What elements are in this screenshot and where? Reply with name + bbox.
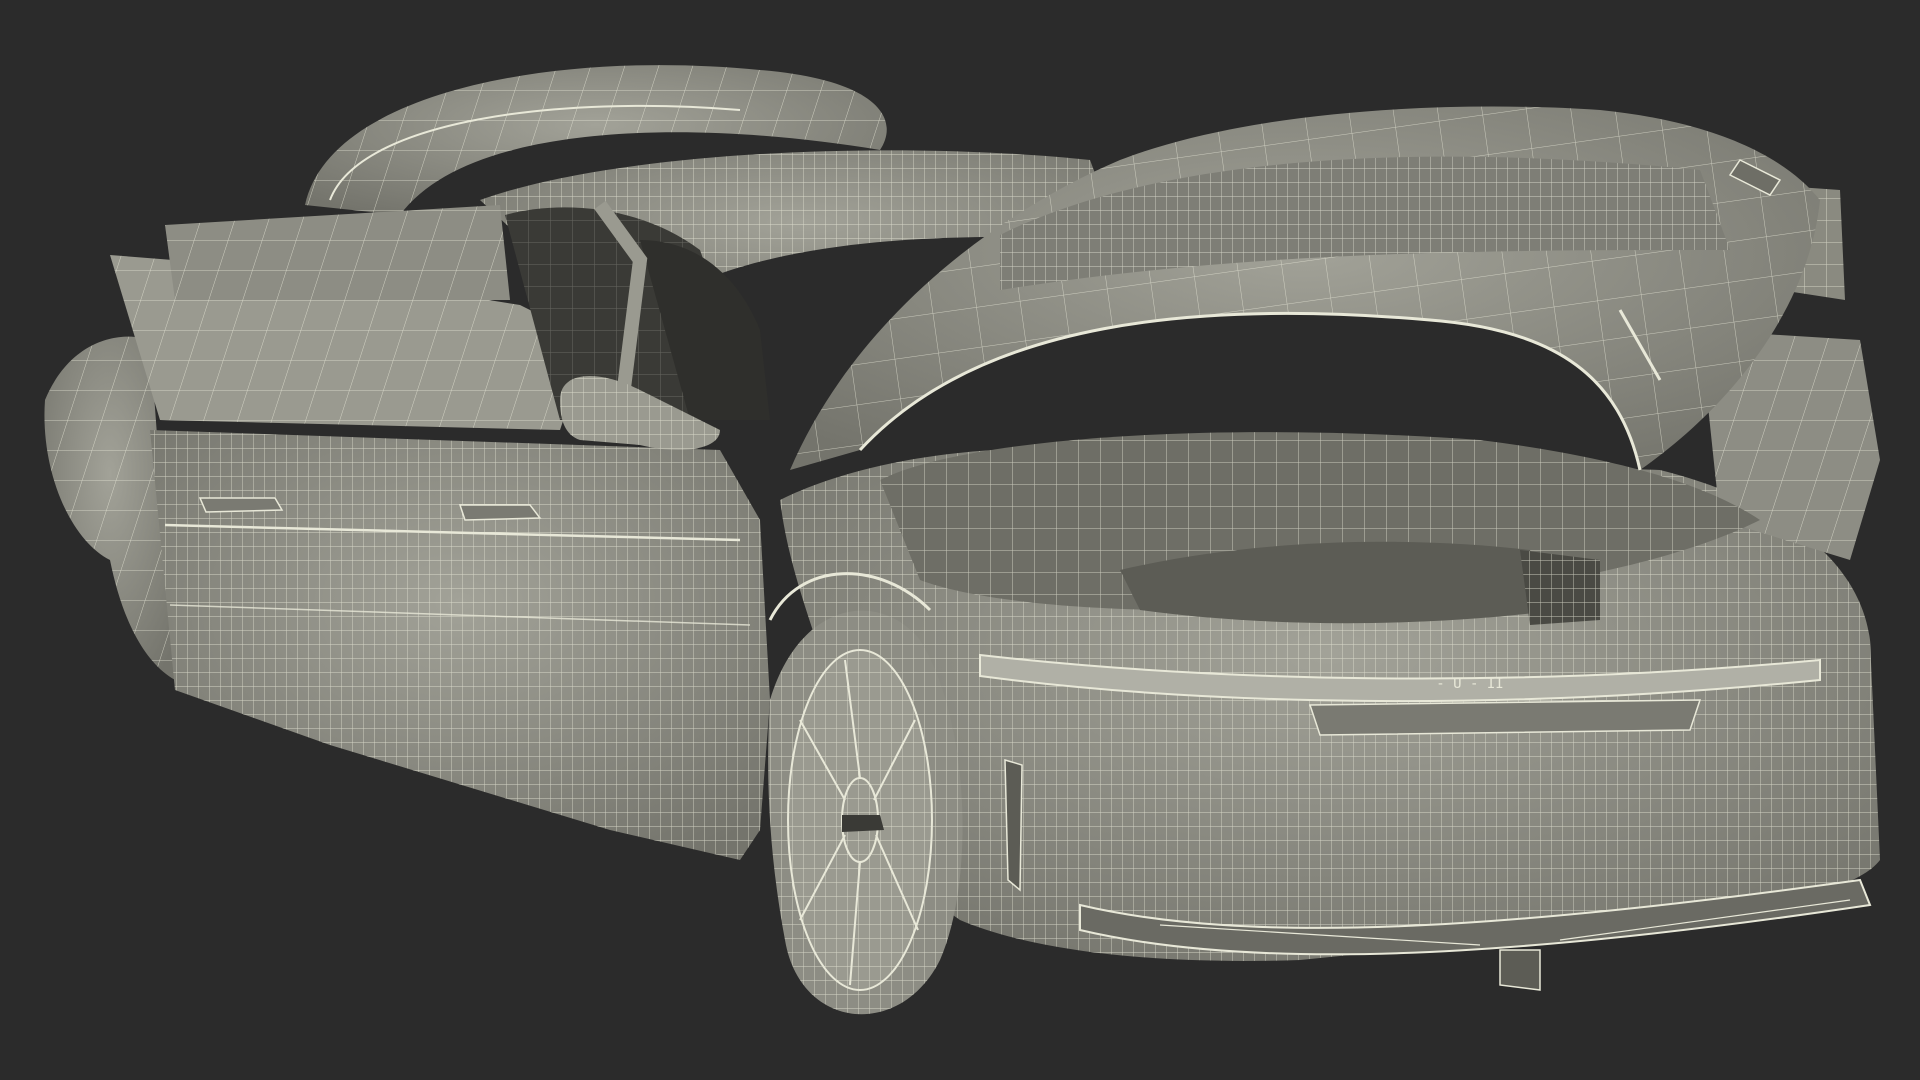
car-wireframe-render: - U - II (0, 0, 1920, 1080)
front-badge: - U - II (1436, 676, 1503, 692)
door-handle-icon (198, 497, 284, 513)
front-wheel (768, 610, 963, 1015)
render-viewport: - U - II (0, 0, 1920, 1080)
side-vent (1004, 758, 1023, 892)
